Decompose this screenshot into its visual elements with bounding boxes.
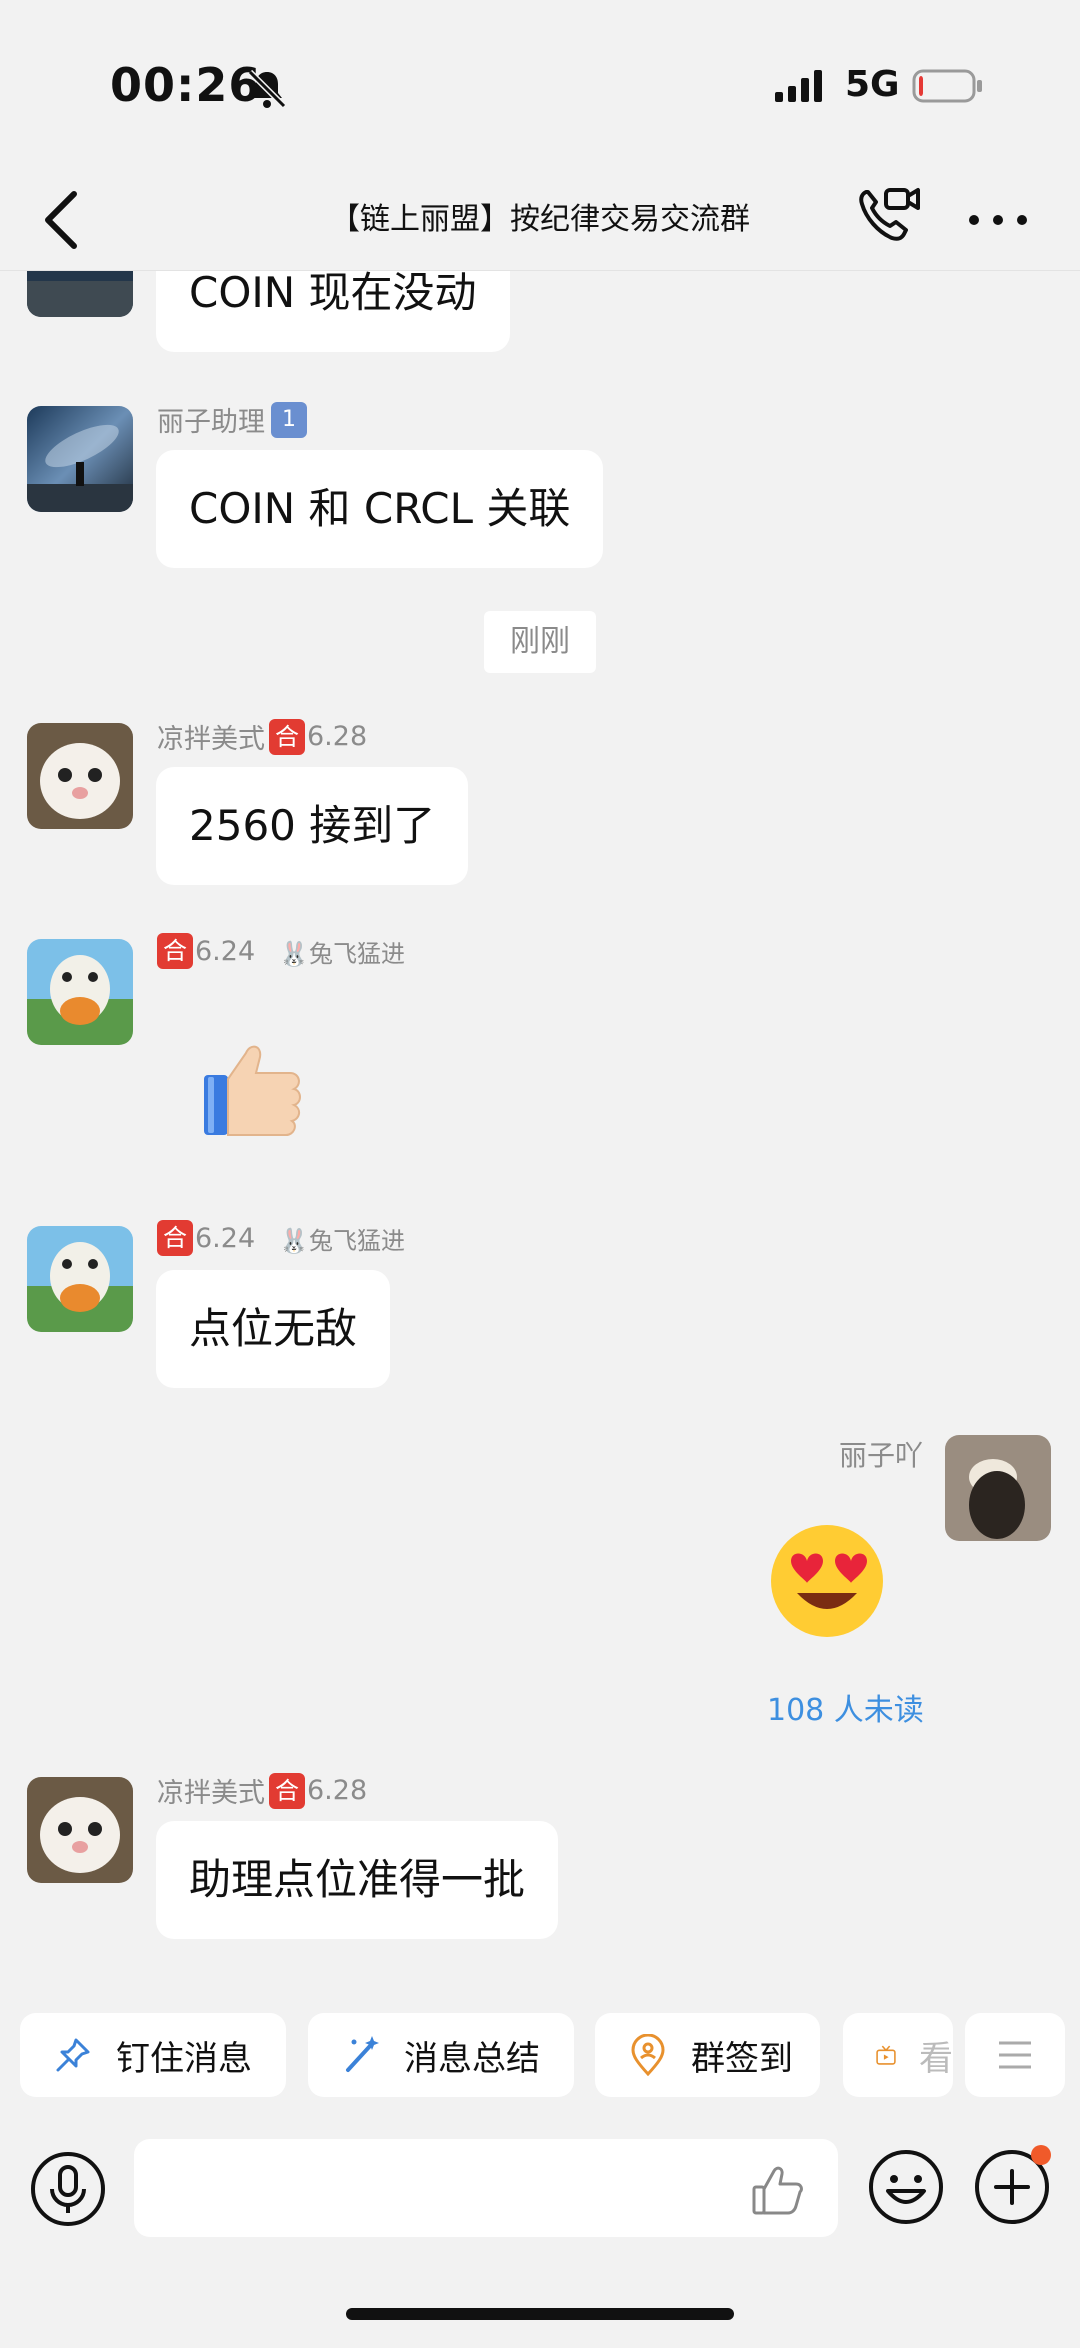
member-title: 🐰兔飞猛进	[279, 1226, 406, 1255]
my-avatar[interactable]	[945, 1435, 1051, 1541]
sender-info: 丽子助理 1	[157, 400, 307, 439]
status-bar: 00:26 5G	[0, 0, 1080, 170]
pin-message-label: 钉住消息	[116, 2038, 252, 2079]
video-call-icon[interactable]	[852, 182, 924, 254]
avatar[interactable]	[27, 1777, 133, 1883]
battery-icon	[912, 69, 982, 103]
member-title: 🐰兔飞猛进	[279, 939, 406, 968]
chat-header: 【链上丽盟】按纪律交易交流群	[0, 170, 1080, 271]
message-list[interactable]: COIN 现在没动 丽子助理 1 COIN 和 CRCL 关联 刚刚 凉拌美式 …	[0, 271, 1080, 1991]
quick-actions-menu[interactable]	[965, 2013, 1065, 2097]
location-person-icon	[631, 2034, 665, 2076]
message-bubble[interactable]: 2560 接到了	[156, 767, 469, 885]
sender-info: 凉拌美式 合 6.28	[157, 717, 367, 756]
watch-label: 看	[919, 2038, 953, 2079]
like-icon[interactable]	[748, 2161, 808, 2221]
member-level: 6.24	[195, 935, 256, 967]
network-type: 5G	[845, 64, 900, 105]
avatar[interactable]	[27, 271, 133, 317]
tv-icon	[876, 2045, 896, 2065]
rank-badge: 1	[271, 401, 307, 438]
avatar[interactable]	[27, 1226, 133, 1332]
member-tag: 合	[157, 933, 193, 969]
member-level: 6.28	[307, 1775, 368, 1806]
sender-info: 合 6.24 🐰兔飞猛进	[157, 1220, 405, 1256]
menu-icon	[999, 2041, 1031, 2069]
microphone-icon[interactable]	[28, 2149, 108, 2229]
signal-icon	[775, 70, 822, 102]
message-bubble[interactable]: 点位无敌	[156, 1270, 391, 1388]
watch-button[interactable]: 看	[843, 2013, 953, 2097]
group-title: 【链上丽盟】按纪律交易交流群	[330, 202, 750, 237]
sender-name: 丽子助理	[157, 407, 265, 438]
home-indicator	[346, 2308, 734, 2320]
bell-mute-icon	[247, 69, 287, 109]
notification-dot	[1031, 2145, 1051, 2165]
message-input[interactable]	[134, 2139, 838, 2237]
avatar[interactable]	[27, 939, 133, 1045]
input-bar	[0, 2125, 1080, 2255]
timestamp-chip: 刚刚	[484, 611, 596, 673]
avatar[interactable]	[27, 406, 133, 512]
pin-message-button[interactable]: 钉住消息	[20, 2013, 286, 2097]
heart-eyes-emoji[interactable]	[767, 1521, 887, 1641]
checkin-label: 群签到	[691, 2038, 793, 2079]
emoji-icon[interactable]	[866, 2147, 946, 2227]
member-level: 6.28	[307, 721, 368, 752]
pin-icon	[56, 2038, 90, 2072]
status-time: 00:26	[110, 58, 262, 112]
member-tag: 合	[269, 718, 305, 755]
unread-count[interactable]: 108 人未读	[767, 1685, 924, 1729]
summarize-label: 消息总结	[404, 2038, 540, 2079]
more-icon[interactable]	[962, 190, 1034, 250]
member-tag: 合	[157, 1220, 193, 1256]
back-icon[interactable]	[34, 182, 90, 258]
sender-info: 合 6.24 🐰兔飞猛进	[157, 933, 405, 969]
avatar[interactable]	[27, 723, 133, 829]
member-level: 6.24	[195, 1222, 256, 1254]
sender-name: 凉拌美式	[157, 1778, 265, 1809]
thumbs-up-emoji[interactable]	[198, 1031, 310, 1143]
checkin-button[interactable]: 群签到	[595, 2013, 820, 2097]
message-bubble[interactable]: 助理点位准得一批	[156, 1821, 559, 1939]
summarize-button[interactable]: 消息总结	[308, 2013, 574, 2097]
sender-info: 凉拌美式 合 6.28	[157, 1771, 367, 1810]
magic-wand-icon	[346, 2036, 379, 2072]
message-bubble[interactable]: COIN 现在没动	[156, 271, 510, 352]
sender-name: 凉拌美式	[157, 724, 265, 755]
message-bubble[interactable]: COIN 和 CRCL 关联	[156, 450, 604, 568]
sender-name: 丽子吖	[838, 1439, 923, 1472]
member-tag: 合	[269, 1772, 305, 1809]
quick-actions-bar: 钉住消息 消息总结 群签到 看	[0, 2005, 1080, 2105]
